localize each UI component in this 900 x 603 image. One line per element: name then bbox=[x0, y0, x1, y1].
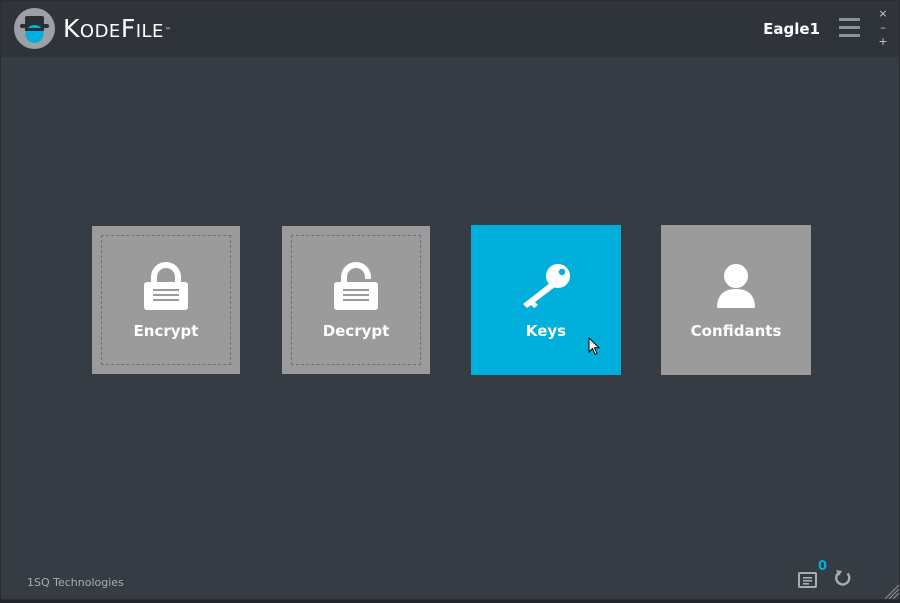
person-icon bbox=[716, 263, 756, 313]
username-label[interactable]: Eagle1 bbox=[763, 19, 820, 39]
lock-icon bbox=[143, 262, 189, 314]
maximize-window-button[interactable]: + bbox=[877, 36, 889, 48]
app-window: KODEFILE™ Eagle1 × – + Encrypt Decrypt K… bbox=[0, 0, 900, 600]
decrypt-label: Decrypt bbox=[322, 322, 390, 340]
refresh-icon[interactable] bbox=[833, 568, 853, 592]
minimize-window-button[interactable]: – bbox=[877, 22, 889, 34]
key-icon bbox=[520, 263, 572, 313]
app-brand-name: KODEFILE™ bbox=[63, 14, 172, 43]
menu-icon[interactable] bbox=[839, 18, 860, 38]
company-name: 1SQ Technologies bbox=[27, 576, 124, 589]
confidants-tile[interactable]: Confidants bbox=[661, 225, 811, 375]
confidants-label: Confidants bbox=[690, 322, 782, 340]
unlock-icon bbox=[333, 262, 379, 314]
resize-grip-icon[interactable] bbox=[881, 583, 900, 603]
close-window-button[interactable]: × bbox=[877, 8, 889, 20]
encrypt-label: Encrypt bbox=[133, 322, 199, 340]
title-bar: KODEFILE™ Eagle1 × – + bbox=[1, 1, 899, 57]
encrypt-tile[interactable]: Encrypt bbox=[92, 226, 240, 374]
kodefile-logo bbox=[14, 8, 55, 49]
mouse-cursor-icon bbox=[588, 336, 601, 361]
decrypt-tile[interactable]: Decrypt bbox=[282, 226, 430, 374]
notification-count-badge: 0 bbox=[818, 559, 828, 574]
